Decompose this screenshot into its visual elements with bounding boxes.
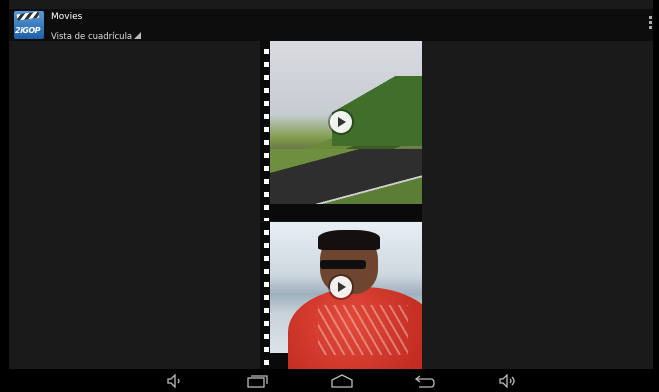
video-tile-2[interactable]: [260, 222, 422, 369]
view-mode-spinner[interactable]: Vista de cuadrícula: [51, 24, 141, 42]
overflow-menu-button[interactable]: [647, 16, 653, 34]
overflow-dot: [649, 21, 652, 24]
app-title: Movies: [51, 12, 83, 22]
video-tile-1[interactable]: [260, 41, 422, 221]
home-button[interactable]: [327, 369, 357, 392]
thumbnail-sunglasses: [320, 260, 366, 269]
home-icon: [331, 373, 353, 388]
video-grid: [260, 41, 422, 369]
play-icon[interactable]: [330, 276, 352, 298]
thumbnail-shirt: [288, 287, 422, 369]
thumbnail-hair: [318, 230, 380, 250]
play-icon[interactable]: [330, 111, 352, 133]
volume-down-icon: [167, 373, 180, 388]
back-icon: [414, 374, 435, 388]
thumbnail-person: [288, 230, 422, 369]
recent-apps-icon: [247, 374, 268, 388]
overflow-dot: [649, 26, 652, 29]
spinner-caret-icon: [134, 32, 141, 39]
clapperboard-icon: [16, 11, 40, 21]
app-icon[interactable]: 2iGOP: [14, 11, 44, 39]
app-icon-label: 2iGOP: [15, 26, 41, 35]
action-bar: 2iGOP Movies Vista de cuadrícula: [9, 9, 653, 42]
volume-up-button[interactable]: [493, 369, 523, 392]
volume-down-button[interactable]: [160, 369, 190, 392]
back-button[interactable]: [409, 369, 439, 392]
overflow-dot: [649, 16, 652, 19]
thumbnail-road: [270, 149, 422, 204]
film-strip: [260, 222, 270, 369]
volume-up-icon: [499, 373, 515, 388]
screen: 2iGOP Movies Vista de cuadrícula: [9, 0, 653, 392]
navigation-bar: [9, 369, 653, 392]
recent-apps-button[interactable]: [243, 369, 273, 392]
view-mode-label: Vista de cuadrícula: [51, 32, 133, 42]
film-strip: [260, 41, 270, 221]
